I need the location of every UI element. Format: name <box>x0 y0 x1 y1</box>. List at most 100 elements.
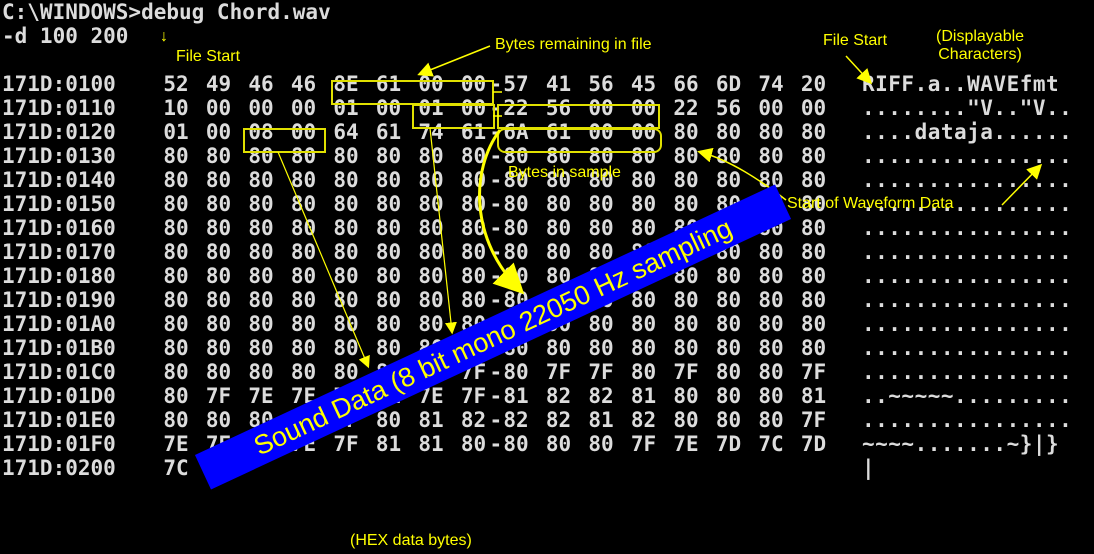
hex-byte: 80 <box>758 120 784 144</box>
hex-byte: 82 <box>545 408 572 432</box>
hex-byte: 80 <box>460 144 487 168</box>
hex-byte: 7F <box>205 384 232 408</box>
hex-byte: 80 <box>205 360 232 384</box>
hex-byte: 80 <box>630 336 657 360</box>
row-address: 171D:0130 <box>2 144 116 168</box>
hex-byte: 80 <box>290 264 317 288</box>
hex-byte: 80 <box>248 168 274 192</box>
row-address: 171D:0190 <box>2 288 116 312</box>
label-hex-data-bytes: (HEX data bytes) <box>350 532 472 549</box>
hex-byte: 80 <box>758 288 784 312</box>
highlight-bits-per-sample <box>243 128 326 153</box>
hex-byte: 80 <box>163 192 189 216</box>
hex-byte: 80 <box>205 288 232 312</box>
hex-byte: 7E <box>248 384 274 408</box>
label-displayable: (Displayable Characters) <box>936 28 1025 63</box>
hex-byte: 81 <box>588 408 614 432</box>
hex-byte: 7F <box>630 432 657 456</box>
hex-byte: 52 <box>163 72 189 96</box>
hex-byte: 80 <box>290 240 317 264</box>
prompt-line: C:\WINDOWS>debug Chord.wav <box>2 0 331 24</box>
hex-byte: 80 <box>460 288 487 312</box>
hex-byte: 80 <box>673 144 699 168</box>
hex-byte: 80 <box>673 336 699 360</box>
hex-byte: 6D <box>715 72 742 96</box>
hex-byte: 80 <box>205 240 232 264</box>
hex-byte: 00 <box>248 96 274 120</box>
hex-byte: 80 <box>290 360 317 384</box>
hex-byte: 80 <box>758 144 784 168</box>
hex-byte: 80 <box>375 264 402 288</box>
hex-byte: 80 <box>290 312 317 336</box>
hex-byte: 80 <box>715 336 742 360</box>
hex-byte: 10 <box>163 96 189 120</box>
ascii-column: ................ <box>862 408 1073 432</box>
hex-byte: 80 <box>333 192 359 216</box>
arrow-down-icon: ↓ <box>160 28 168 45</box>
ascii-column: | <box>862 456 876 480</box>
hex-byte: 7F <box>333 432 359 456</box>
row-address: 171D:0100 <box>2 72 116 96</box>
hex-byte: 80 <box>460 240 487 264</box>
hex-byte: 20 <box>800 72 827 96</box>
ascii-column: ................ <box>862 216 1073 240</box>
hex-byte: 80 <box>375 144 402 168</box>
hex-byte: 7F <box>673 360 699 384</box>
hex-byte: 80 <box>800 168 827 192</box>
hex-byte: 00 <box>205 120 232 144</box>
hex-byte: 46 <box>290 72 317 96</box>
hex-byte: 80 <box>673 192 699 216</box>
hex-byte: 81 <box>418 432 444 456</box>
row-address: 171D:0200 <box>2 456 116 480</box>
hex-byte: 66 <box>673 72 699 96</box>
hex-byte: 80 <box>460 192 487 216</box>
arrow-bytes-remaining <box>417 45 491 77</box>
hex-byte: 00 <box>800 96 827 120</box>
hex-byte: 80 <box>673 312 699 336</box>
hex-byte: 7C <box>163 456 189 480</box>
hex-byte: 41 <box>545 72 572 96</box>
row-address: 171D:01A0 <box>2 312 116 336</box>
hex-byte: 80 <box>290 216 317 240</box>
hex-byte: 80 <box>715 408 742 432</box>
hex-byte: 80 <box>375 312 402 336</box>
hex-byte: 80 <box>205 408 232 432</box>
hex-byte: 80 <box>205 144 232 168</box>
hex-byte: 80 <box>673 408 699 432</box>
row-address: 171D:0180 <box>2 264 116 288</box>
ascii-column: ................ <box>862 312 1073 336</box>
command-line: -d 100 200 <box>2 24 129 48</box>
ascii-column: ................ <box>862 264 1073 288</box>
hex-byte: 80 <box>715 360 742 384</box>
hex-byte: 80 <box>460 216 487 240</box>
row-address: 171D:01B0 <box>2 336 116 360</box>
hex-byte: 80 <box>418 240 444 264</box>
hex-byte: 80 <box>673 120 699 144</box>
hex-byte: 80 <box>673 168 699 192</box>
highlight-channels <box>412 104 495 129</box>
hex-byte: 80 <box>588 336 614 360</box>
hex-byte: 80 <box>290 288 317 312</box>
hex-byte: 80 <box>758 264 784 288</box>
hex-byte: 80 <box>715 144 742 168</box>
hex-byte: 7F <box>800 360 827 384</box>
hex-byte: 80 <box>630 216 657 240</box>
ascii-column: ................ <box>862 168 1073 192</box>
hex-byte: 80 <box>630 312 657 336</box>
hex-byte: 80 <box>800 240 827 264</box>
hex-byte: 80 <box>503 192 529 216</box>
ascii-column: ................ <box>862 240 1073 264</box>
hex-byte: 80 <box>205 216 232 240</box>
hex-byte: 00 <box>290 96 317 120</box>
hex-byte: 7F <box>460 384 487 408</box>
hex-byte: 80 <box>715 264 742 288</box>
hex-byte: 80 <box>333 168 359 192</box>
hex-byte: 80 <box>290 192 317 216</box>
highlight-data-size <box>497 128 662 153</box>
hex-byte: 81 <box>503 384 529 408</box>
hex-byte: 80 <box>375 216 402 240</box>
ascii-column: ................ <box>862 360 1073 384</box>
hex-byte: 81 <box>375 432 402 456</box>
hex-byte: 80 <box>715 384 742 408</box>
hex-byte: 74 <box>758 72 784 96</box>
